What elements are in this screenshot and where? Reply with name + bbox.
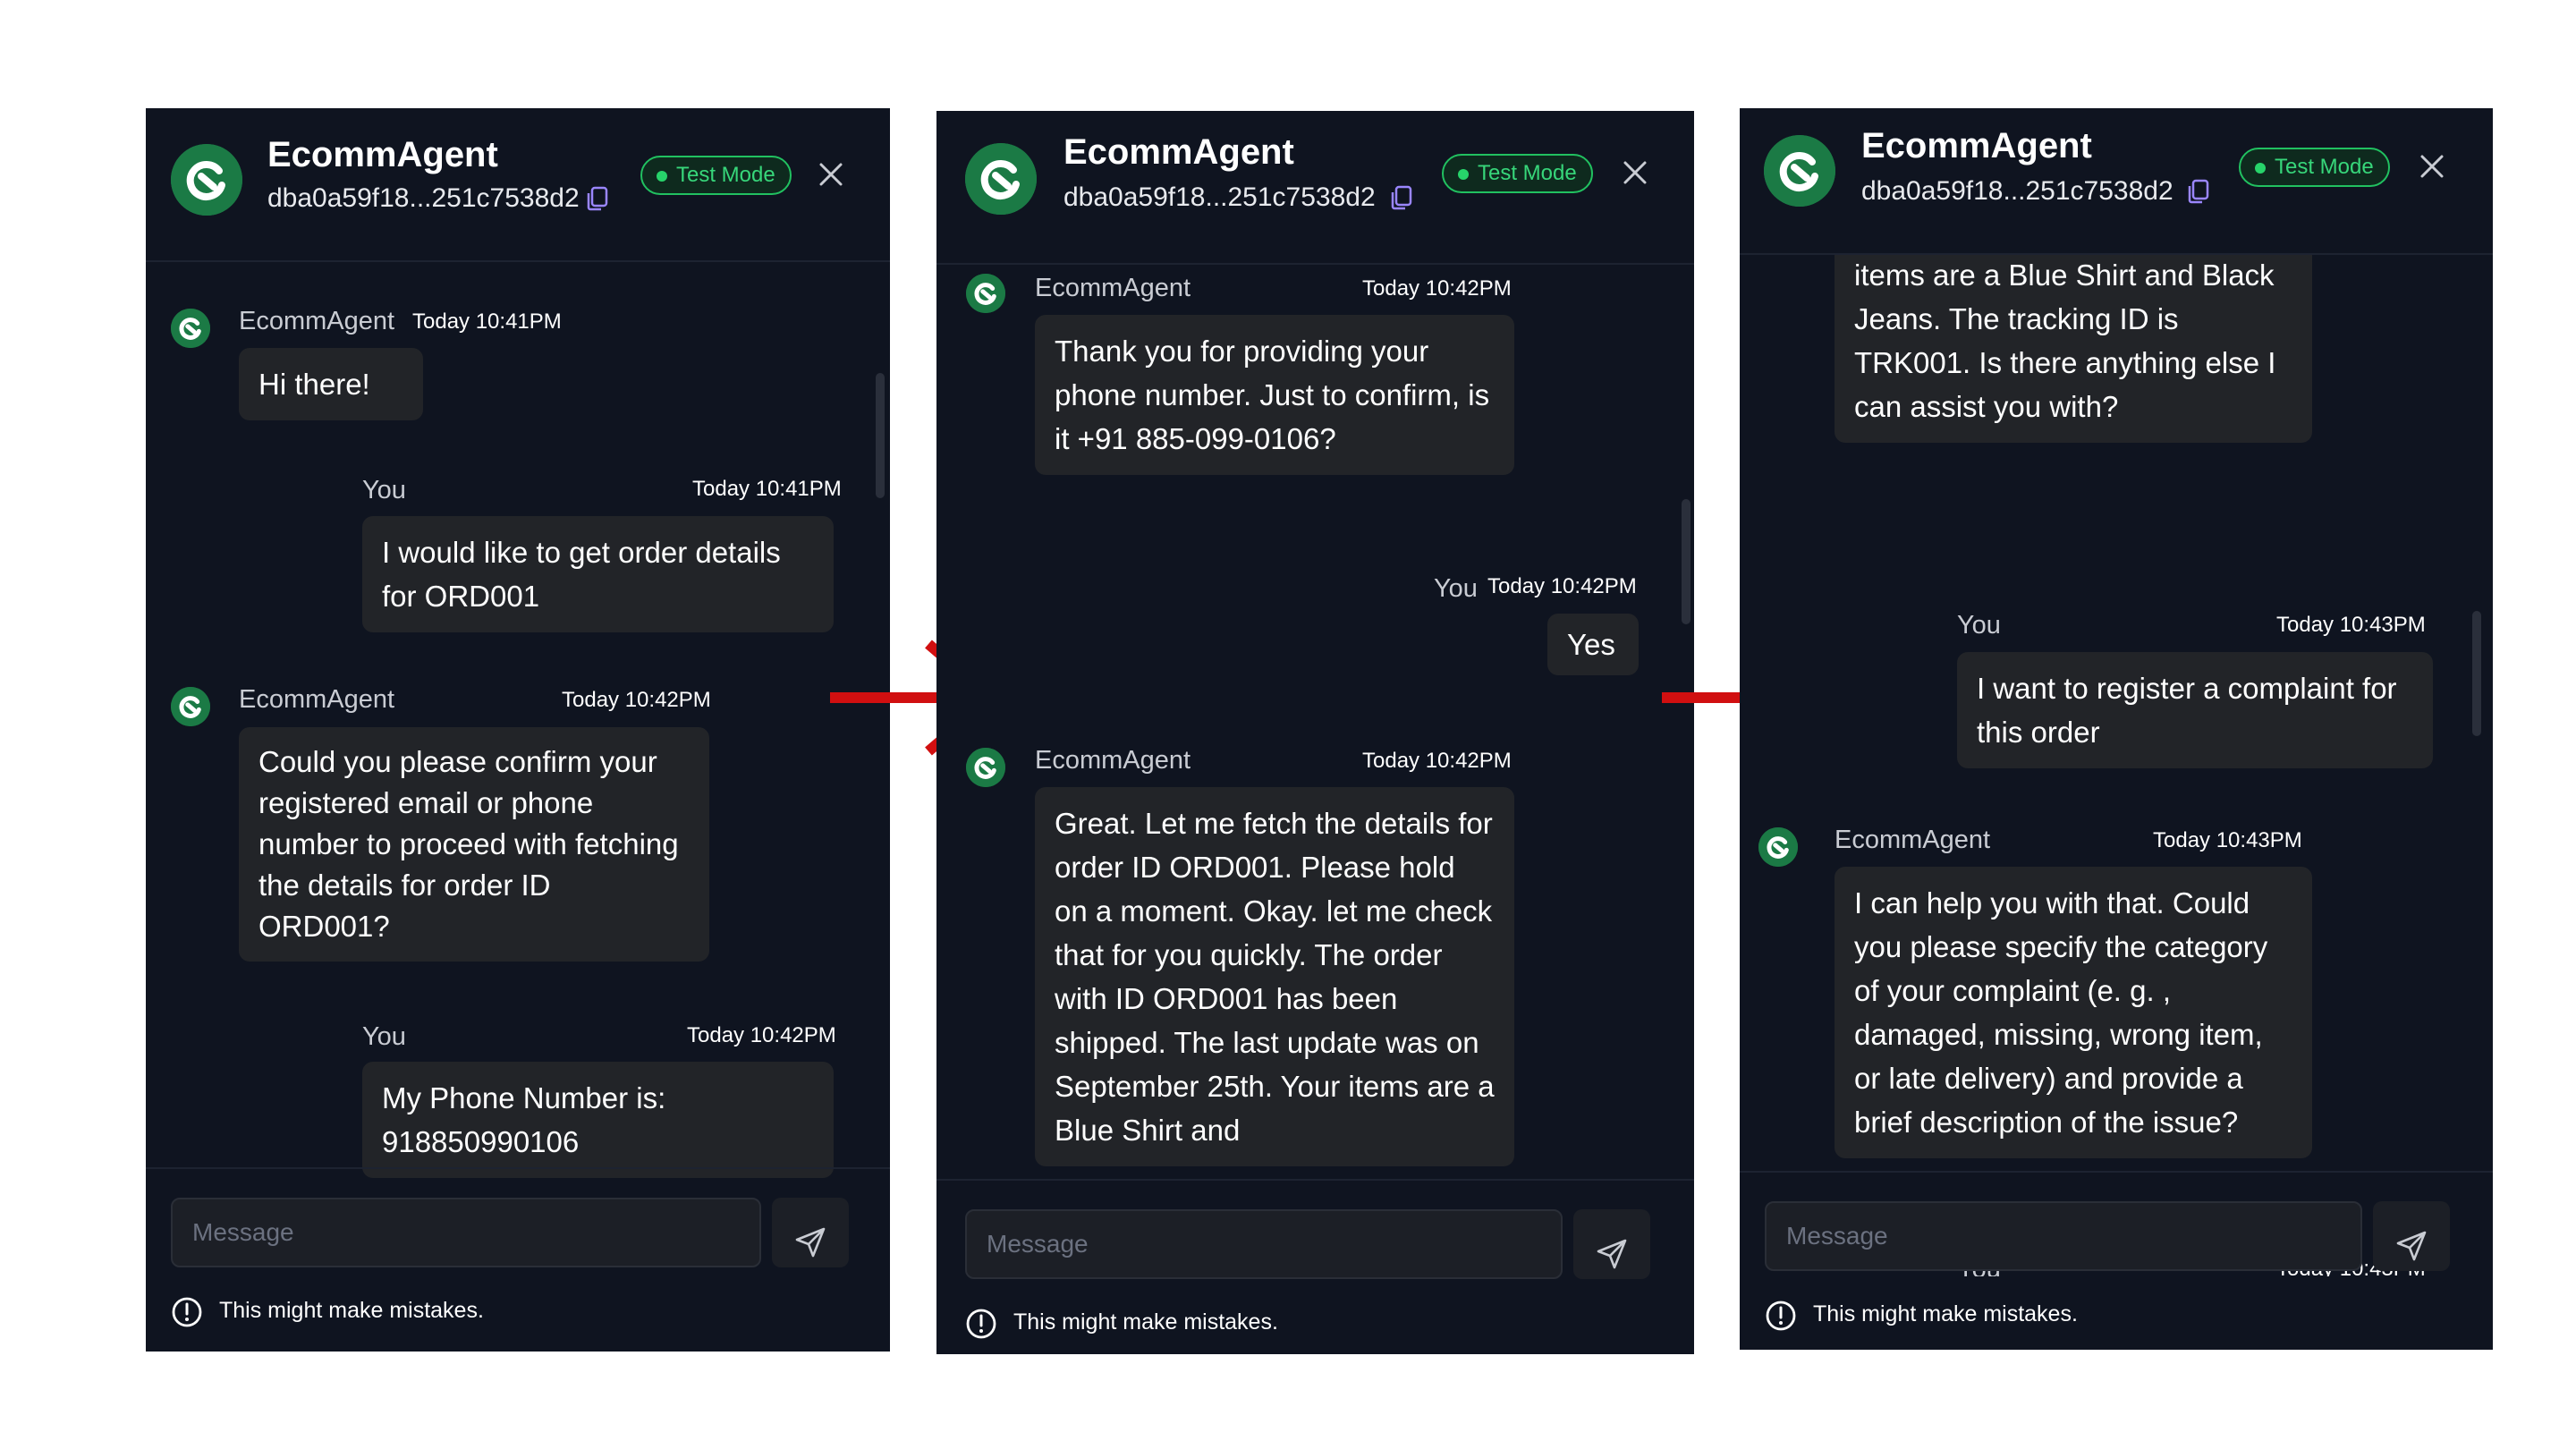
chat-header: EcommAgent dba0a59f18...251c7538d2 Test … <box>146 108 890 262</box>
copy-icon[interactable] <box>1388 184 1415 211</box>
message-time: Today 10:42PM <box>687 1023 836 1047</box>
chat-widget-1: EcommAgent dba0a59f18...251c7538d2 Test … <box>146 108 890 1352</box>
composer: This might make mistakes. <box>1740 1171 2493 1350</box>
agent-logo-icon <box>171 144 242 216</box>
message-bubble: I can help you with that. Could you plea… <box>1835 867 2312 1158</box>
message-sender: EcommAgent <box>1035 274 1191 302</box>
message-sender: You <box>1434 574 1478 603</box>
message-list[interactable]: EcommAgent Today 10:41PM Hi there! You T… <box>146 262 890 1276</box>
test-mode-label: Test Mode <box>2275 155 2374 179</box>
agent-logo-icon <box>966 748 1005 787</box>
chat-widget-2: EcommAgent dba0a59f18...251c7538d2 Test … <box>936 111 1694 1354</box>
agent-id: dba0a59f18...251c7538d2 <box>267 183 580 213</box>
send-icon <box>2396 1231 2427 1260</box>
message-list[interactable]: EcommAgent Today 10:42PM Thank you for p… <box>936 265 1694 1286</box>
composer: This might make mistakes. <box>936 1179 1694 1354</box>
message-bubble: Hi there! <box>239 348 423 420</box>
chat-header: EcommAgent dba0a59f18...251c7538d2 Test … <box>936 111 1694 265</box>
agent-name: EcommAgent <box>1063 132 1294 172</box>
message-sender: EcommAgent <box>1835 826 1991 854</box>
disclaimer-text: This might make mistakes. <box>1813 1301 2078 1326</box>
message-time: Today 10:42PM <box>1362 749 1512 773</box>
status-dot <box>1458 169 1469 180</box>
agent-id: dba0a59f18...251c7538d2 <box>1063 182 1376 212</box>
message-time: Today 10:43PM <box>2153 828 2302 852</box>
composer: This might make mistakes. <box>146 1167 890 1352</box>
message-sender: EcommAgent <box>1035 746 1191 775</box>
close-icon[interactable] <box>818 161 844 188</box>
test-mode-badge: Test Mode <box>2239 148 2390 187</box>
info-icon <box>965 1308 997 1340</box>
message-bubble: Thank you for providing your phone numbe… <box>1035 315 1514 475</box>
agent-logo-icon <box>965 143 1037 215</box>
message-input[interactable] <box>171 1198 761 1267</box>
copy-icon[interactable] <box>2185 178 2212 205</box>
scrollbar[interactable] <box>876 373 885 498</box>
agent-logo-icon <box>1758 827 1798 867</box>
agent-logo-icon <box>966 274 1005 313</box>
message-bubble: Great. Let me fetch the details for orde… <box>1035 787 1514 1166</box>
scrollbar[interactable] <box>2472 611 2481 736</box>
message-bubble: My Phone Number is: 918850990106 <box>362 1062 834 1178</box>
send-icon <box>795 1227 826 1257</box>
test-mode-badge: Test Mode <box>1442 154 1593 193</box>
agent-name: EcommAgent <box>1861 126 2092 165</box>
message-sender: You <box>362 476 406 504</box>
agent-name: EcommAgent <box>267 135 498 174</box>
send-button[interactable] <box>772 1198 849 1267</box>
message-sender: EcommAgent <box>239 685 395 714</box>
message-sender: You <box>362 1022 406 1051</box>
info-icon <box>1765 1300 1797 1332</box>
message-bubble: Yes <box>1547 614 1639 675</box>
send-button[interactable] <box>2373 1201 2450 1271</box>
agent-logo-icon <box>171 309 210 348</box>
message-time: Today 10:42PM <box>1487 574 1637 598</box>
message-list[interactable]: items are a Blue Shirt and Black Jeans. … <box>1740 255 2493 1276</box>
message-time: Today 10:42PM <box>562 688 711 712</box>
scrollbar[interactable] <box>1682 499 1690 624</box>
test-mode-label: Test Mode <box>1478 161 1577 185</box>
message-input[interactable] <box>965 1209 1563 1279</box>
message-time: Today 10:43PM <box>2276 613 2426 637</box>
message-time: Today 10:42PM <box>1362 276 1512 301</box>
close-icon[interactable] <box>2419 153 2445 180</box>
copy-icon[interactable] <box>584 185 611 212</box>
message-bubble: I would like to get order details for OR… <box>362 516 834 632</box>
message-time: Today 10:41PM <box>692 477 842 501</box>
message-input[interactable] <box>1765 1201 2362 1271</box>
test-mode-badge: Test Mode <box>640 156 792 195</box>
message-bubble: I want to register a complaint for this … <box>1957 652 2433 768</box>
close-icon[interactable] <box>1622 159 1648 186</box>
status-dot <box>2255 163 2266 174</box>
send-button[interactable] <box>1573 1209 1650 1279</box>
message-sender: You <box>1957 611 2001 640</box>
message-bubble: items are a Blue Shirt and Black Jeans. … <box>1835 255 2312 443</box>
agent-logo-icon <box>1764 135 1835 207</box>
info-icon <box>171 1296 203 1328</box>
test-mode-label: Test Mode <box>676 163 775 187</box>
chat-widget-3: EcommAgent dba0a59f18...251c7538d2 Test … <box>1740 108 2493 1350</box>
chat-header: EcommAgent dba0a59f18...251c7538d2 Test … <box>1740 108 2493 255</box>
send-icon <box>1597 1239 1627 1268</box>
agent-id: dba0a59f18...251c7538d2 <box>1861 176 2174 206</box>
disclaimer-text: This might make mistakes. <box>1013 1309 1278 1335</box>
message-sender: EcommAgent <box>239 307 395 335</box>
status-dot <box>657 171 667 182</box>
disclaimer-text: This might make mistakes. <box>219 1298 484 1323</box>
message-time: Today 10:41PM <box>412 309 562 334</box>
message-bubble: Could you please confirm your registered… <box>239 727 709 962</box>
agent-logo-icon <box>171 687 210 726</box>
